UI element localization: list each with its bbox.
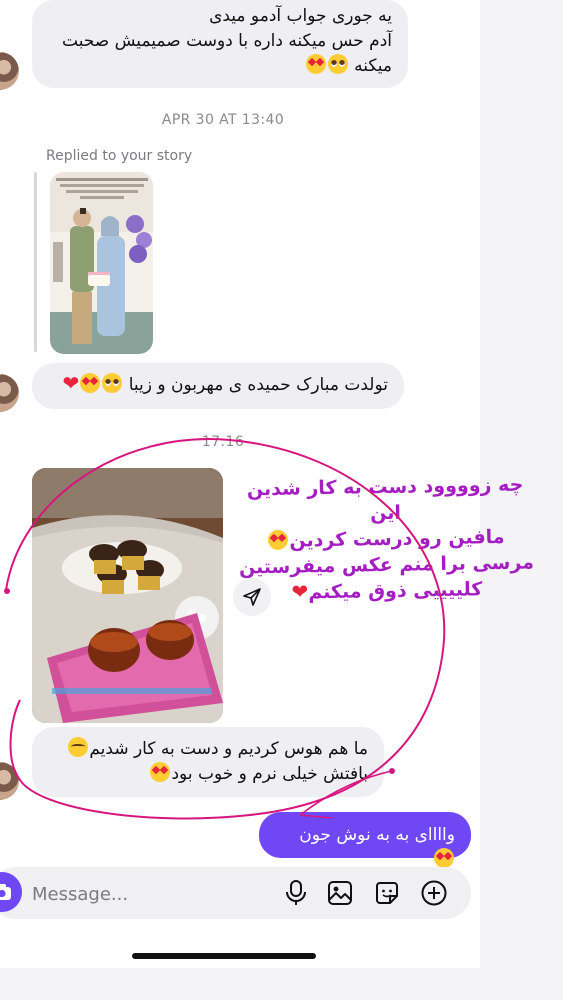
home-indicator	[132, 953, 316, 959]
annotation-text: چه زوووود دست به کار شدین این مافین رو د…	[237, 471, 535, 606]
microphone-button[interactable]	[281, 878, 311, 908]
timestamp: APR 30 AT 13:40	[161, 112, 285, 128]
message-bubble-incoming[interactable]: ما هم هوس کردیم و دست به کار شدیم بافتش …	[32, 727, 384, 797]
message-text: ما هم هوس کردیم و دست به کار شدیم	[89, 739, 368, 759]
microphone-icon	[286, 880, 306, 905]
annotation-text-part: کلییییی ذوق میکنم	[308, 578, 483, 604]
image-icon	[328, 881, 352, 905]
message-text-line: بافتش خیلی نرم و خوب بود	[48, 762, 368, 787]
add-button[interactable]	[419, 878, 449, 908]
message-text: تولدت مبارک حمیده ی مهربون و زیبا	[128, 375, 388, 395]
message-bubble-outgoing[interactable]: واااای به به نوش جون	[259, 812, 471, 868]
message-bubble-incoming[interactable]: یه جوری جواب آدمو میدی آدم حس میکنه داره…	[32, 0, 408, 88]
message-text-line: میکنه	[48, 54, 392, 79]
pleading-face-icon	[327, 54, 348, 74]
message-text-line: آدم حس میکنه داره با دوست صمیمیش صحبت	[62, 31, 392, 51]
story-thumbnail[interactable]	[50, 172, 153, 354]
red-heart-icon: ❤	[291, 579, 309, 604]
heart-eyes-icon	[268, 529, 289, 551]
heart-eyes-icon	[434, 848, 454, 868]
shared-photo[interactable]	[32, 468, 223, 723]
sticker-button[interactable]	[372, 878, 402, 908]
pleading-face-icon	[102, 373, 123, 393]
story-photo	[50, 172, 153, 354]
message-input[interactable]	[32, 880, 262, 908]
annotation-line: چه زوووود دست به کار شدین این	[246, 473, 524, 525]
chat-screen: یه جوری جواب آدمو میدی آدم حس میکنه داره…	[0, 0, 563, 1000]
background-bottom	[0, 968, 563, 1000]
annotation-text-part: مافین رو درست کردین	[289, 525, 505, 552]
plus-circle-icon	[421, 880, 447, 906]
timestamp: 17:16	[201, 434, 245, 450]
message-text: میکنه	[354, 56, 392, 76]
message-bubble-incoming[interactable]: تولدت مبارک حمیده ی مهربون و زیبا ❤	[32, 363, 404, 409]
message-text: بافتش خیلی نرم و خوب بود	[171, 764, 368, 784]
annotation-line: کلییییی ذوق میکنم❤	[239, 575, 535, 606]
story-reply-label: Replied to your story	[46, 148, 193, 164]
message-text-line: یه جوری جواب آدمو میدی	[209, 6, 392, 26]
camera-icon	[0, 884, 11, 900]
avatar[interactable]	[0, 52, 19, 90]
reply-indicator-bar	[34, 172, 37, 352]
message-text: واااای به به نوش جون	[299, 825, 455, 845]
avatar[interactable]	[0, 762, 19, 800]
red-heart-icon: ❤	[62, 371, 80, 395]
heart-eyes-icon	[80, 373, 101, 393]
relieved-face-icon	[68, 737, 89, 757]
message-text-line: ما هم هوس کردیم و دست به کار شدیم	[48, 737, 368, 762]
photo-muffins-tea	[32, 468, 223, 723]
sticker-icon	[376, 882, 398, 904]
heart-eyes-icon	[150, 762, 171, 782]
gallery-button[interactable]	[325, 878, 355, 908]
annotation-line: مرسی برا منم عکس میفرستین	[238, 551, 535, 579]
avatar[interactable]	[0, 374, 19, 412]
heart-eyes-icon	[305, 54, 326, 74]
